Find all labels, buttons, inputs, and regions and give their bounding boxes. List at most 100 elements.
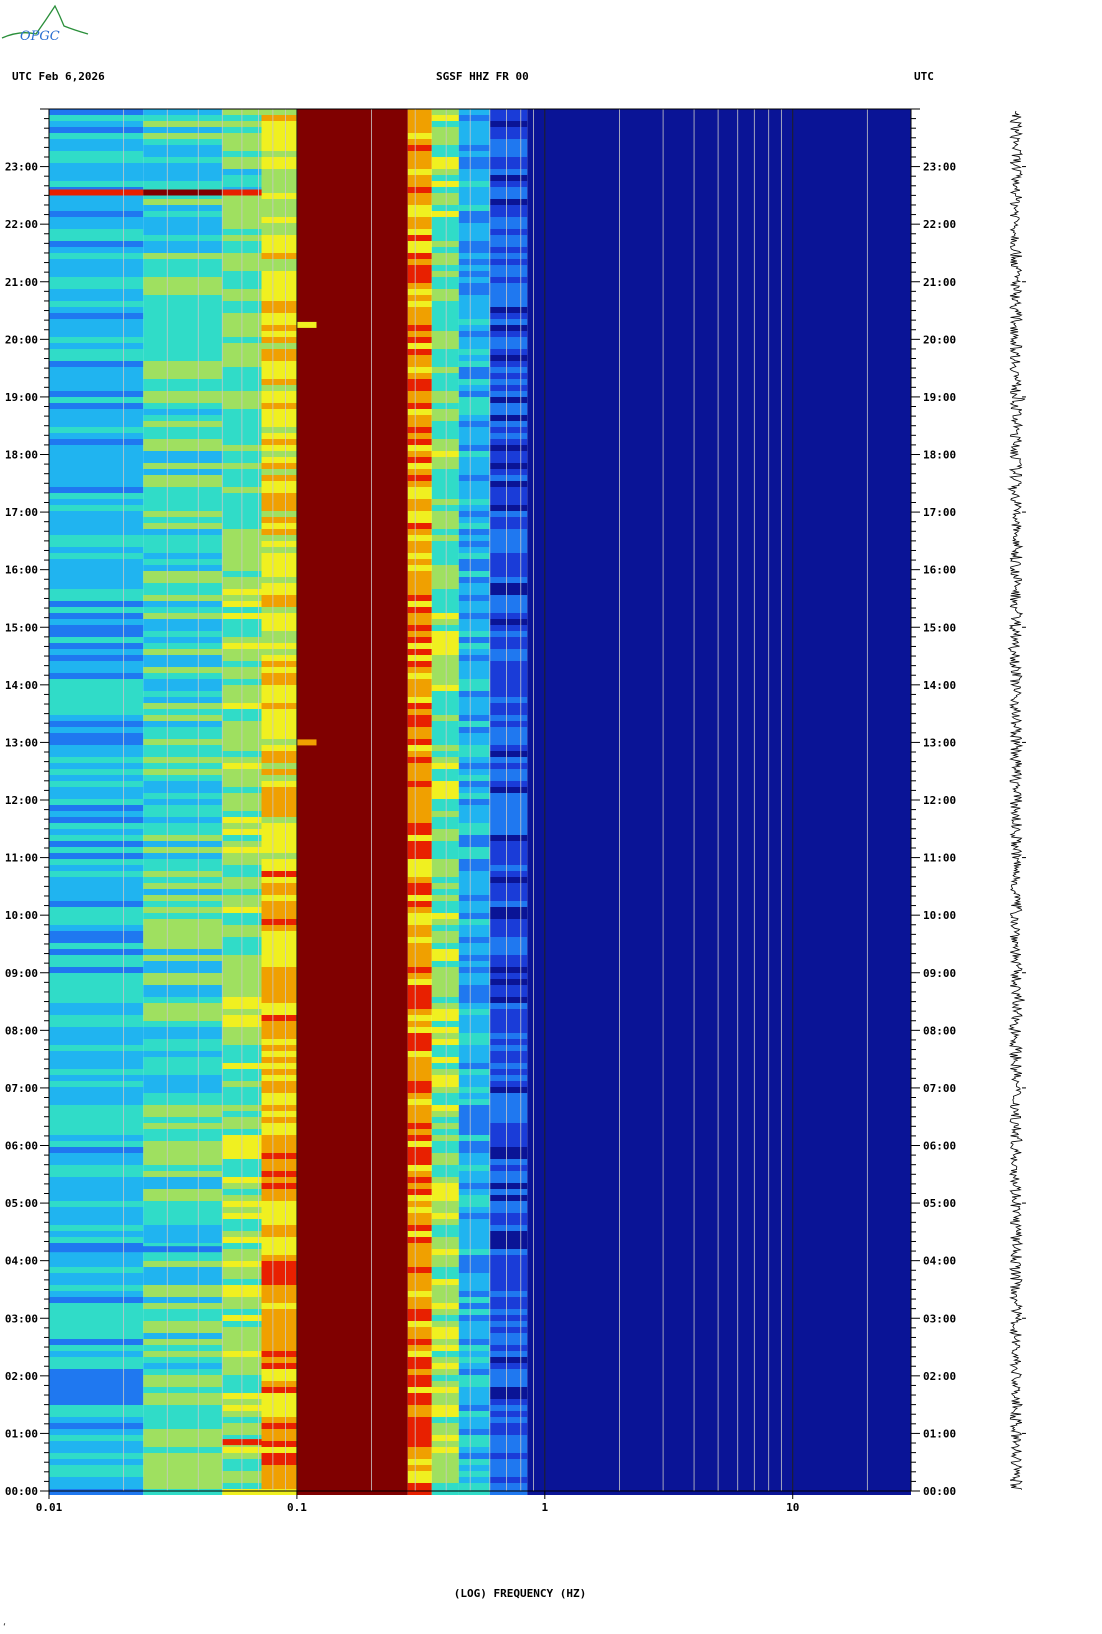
y-tick-label-left: 23:00 [5, 161, 38, 174]
heat-cell-band-6 [431, 871, 459, 877]
heat-cell-band-6 [431, 1387, 459, 1393]
heat-cell-band-6 [431, 787, 459, 793]
heat-cell-band-3 [261, 1009, 297, 1015]
heat-cell-band-0 [49, 1039, 144, 1045]
heat-cell-band-5 [407, 697, 432, 703]
heat-cell-band-3 [261, 1075, 297, 1081]
heat-cell-band-1 [143, 1219, 223, 1225]
heat-cell-band-9 [527, 1423, 911, 1429]
heat-cell-band-7 [458, 1123, 490, 1129]
heat-cell-band-8 [489, 1213, 528, 1219]
heat-cell-band-4 [296, 1015, 408, 1021]
heat-cell-band-3 [261, 1189, 297, 1195]
heat-cell-band-4 [296, 1069, 408, 1075]
heat-cell-band-9 [527, 331, 911, 337]
heat-cell-band-4 [296, 775, 408, 781]
heat-cell-band-4 [296, 913, 408, 919]
heat-cell-band-6 [431, 523, 459, 529]
heat-cell-band-0 [49, 757, 144, 763]
heat-cell-band-6 [431, 835, 459, 841]
heat-cell-band-9 [527, 787, 911, 793]
heat-cell-band-8 [489, 1165, 528, 1171]
heat-cell-band-0 [49, 109, 144, 115]
heat-cell-band-9 [527, 1459, 911, 1465]
heat-cell-band-8 [489, 739, 528, 745]
heat-cell-band-5 [407, 871, 432, 877]
spectrogram-chart: 00:0001:0002:0003:0004:0005:0006:0007:00… [5, 108, 1026, 1514]
heat-cell-band-3 [261, 847, 297, 853]
heat-cell-band-4 [296, 1171, 408, 1177]
heat-cell-band-8 [489, 547, 528, 553]
heat-cell-band-7 [458, 649, 490, 655]
heat-cell-band-7 [458, 205, 490, 211]
heat-cell-band-5 [407, 1147, 432, 1153]
heat-cell-band-4 [296, 883, 408, 889]
heat-cell-band-6 [431, 1381, 459, 1387]
heat-cell-band-8 [489, 1315, 528, 1321]
heat-cell-band-0 [49, 1141, 144, 1147]
event-mark-4 [296, 739, 317, 746]
heat-cell-band-4 [296, 619, 408, 625]
heat-cell-band-9 [527, 337, 911, 343]
heat-cell-band-3 [261, 1099, 297, 1105]
heat-cell-band-3 [261, 1309, 297, 1315]
heat-cell-band-6 [431, 517, 459, 523]
y-tick-label-left: 00:00 [5, 1485, 38, 1498]
heat-cell-band-9 [527, 709, 911, 715]
heat-cell-band-9 [527, 1021, 911, 1027]
heat-cell-band-0 [49, 1111, 144, 1117]
heat-cell-band-8 [489, 1387, 528, 1393]
heat-cell-band-0 [49, 577, 144, 583]
heat-cell-band-8 [489, 1321, 528, 1327]
heat-cell-band-4 [296, 1243, 408, 1249]
heat-cell-band-8 [489, 1351, 528, 1357]
heat-cell-band-6 [431, 1201, 459, 1207]
heat-cell-band-3 [261, 1165, 297, 1171]
heat-cell-band-4 [296, 769, 408, 775]
heat-cell-band-5 [407, 1231, 432, 1237]
heat-cell-band-0 [49, 637, 144, 643]
heat-cell-band-9 [527, 289, 911, 295]
heat-cell-band-6 [431, 1477, 459, 1483]
heat-cell-band-8 [489, 151, 528, 157]
heat-cell-band-0 [49, 277, 144, 283]
heat-cell-band-0 [49, 781, 144, 787]
heat-cell-band-8 [489, 979, 528, 985]
heat-cell-band-9 [527, 475, 911, 481]
heat-cell-band-6 [431, 823, 459, 829]
heat-cell-band-1 [143, 1261, 223, 1267]
heat-cell-band-0 [49, 1333, 144, 1339]
heat-cell-band-1 [143, 643, 223, 649]
heat-cell-band-9 [527, 1063, 911, 1069]
heat-cell-band-5 [407, 259, 432, 265]
heat-cell-band-6 [431, 1327, 459, 1333]
heat-cell-band-9 [527, 121, 911, 127]
heat-cell-band-6 [431, 331, 459, 337]
heat-cell-band-7 [458, 1369, 490, 1375]
heat-cell-band-6 [431, 451, 459, 457]
heat-cell-band-4 [296, 361, 408, 367]
heat-cell-band-8 [489, 697, 528, 703]
heat-cell-band-8 [489, 1297, 528, 1303]
heat-cell-band-5 [407, 691, 432, 697]
heat-cell-band-4 [296, 409, 408, 415]
heat-cell-band-7 [458, 499, 490, 505]
heat-cell-band-0 [49, 355, 144, 361]
heat-cell-band-5 [407, 553, 432, 559]
heat-cell-band-6 [431, 793, 459, 799]
heat-cell-band-5 [407, 559, 432, 565]
heat-cell-band-1 [143, 361, 223, 367]
heat-cell-band-7 [458, 985, 490, 991]
heat-cell-band-3 [261, 805, 297, 811]
heat-cell-band-4 [296, 469, 408, 475]
heat-cell-band-3 [261, 1351, 297, 1357]
heat-cell-band-5 [407, 541, 432, 547]
heat-cell-band-4 [296, 973, 408, 979]
heat-cell-band-4 [296, 289, 408, 295]
heat-cell-band-3 [261, 1045, 297, 1051]
heat-cell-band-1 [143, 349, 223, 355]
heat-cell-band-4 [296, 1357, 408, 1363]
heat-cell-band-6 [431, 433, 459, 439]
x-tick-label: 0.1 [287, 1501, 307, 1514]
heat-cell-band-3 [261, 715, 297, 721]
